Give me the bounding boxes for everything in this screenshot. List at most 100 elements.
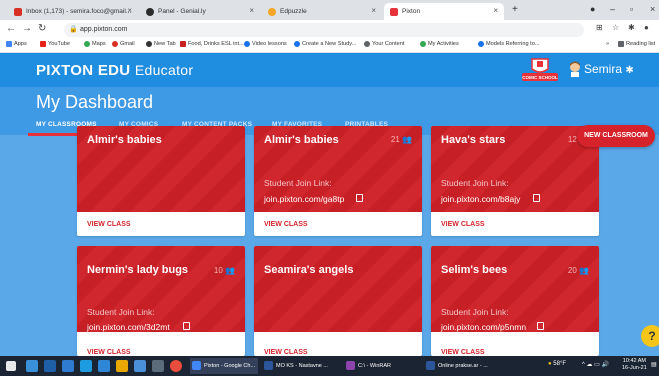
notifications-icon[interactable]: ▤ bbox=[651, 361, 657, 368]
pixton-icon bbox=[390, 7, 398, 16]
back-icon[interactable]: ← bbox=[6, 23, 16, 34]
minimize-icon[interactable]: – bbox=[610, 4, 615, 14]
skype-icon[interactable] bbox=[80, 360, 92, 372]
bookmark-gmail[interactable]: Gmail bbox=[112, 41, 135, 47]
gear-icon[interactable]: ✱ bbox=[625, 65, 633, 76]
tab-genially[interactable]: Panel - Genial.ly × bbox=[140, 3, 260, 20]
view-class-link[interactable]: VIEW CLASS bbox=[264, 349, 308, 356]
extensions-icon[interactable]: ⊞ bbox=[596, 23, 603, 32]
avatar[interactable] bbox=[568, 61, 582, 77]
new-classroom-button[interactable]: NEW CLASSROOM bbox=[577, 125, 655, 147]
view-class-link[interactable]: VIEW CLASS bbox=[441, 349, 485, 356]
bookmark-maps[interactable]: Maps bbox=[84, 41, 106, 47]
class-card[interactable]: Almir's babies VIEW CLASS bbox=[77, 126, 245, 236]
taskbar-app-word-2[interactable]: Online prakse.ar - ... bbox=[424, 358, 506, 374]
tab-gmail[interactable]: Inbox (1,173) - semira.foco@gmail... × bbox=[8, 3, 138, 20]
app-icon[interactable] bbox=[152, 360, 164, 372]
tab-gmail-label: Inbox (1,173) - semira.foco@gmail... bbox=[26, 8, 132, 15]
maps-icon bbox=[84, 41, 90, 47]
youtube-icon bbox=[40, 41, 46, 47]
bookmark-youtube[interactable]: YouTube bbox=[40, 41, 70, 47]
class-card[interactable]: Hava's stars 12 👥 Student Join Link: joi… bbox=[431, 126, 599, 236]
url-text: app.pixton.com bbox=[80, 26, 128, 33]
join-link-label: Student Join Link: bbox=[87, 307, 155, 317]
bookmark-label: Create a New Study... bbox=[302, 41, 357, 47]
close-icon[interactable]: × bbox=[493, 6, 498, 15]
class-card[interactable]: Nermin's lady bugs 10 👥 Student Join Lin… bbox=[77, 246, 245, 356]
close-icon[interactable]: × bbox=[371, 6, 376, 15]
class-card[interactable]: Almir's babies 21 👥 Student Join Link: j… bbox=[254, 126, 422, 236]
bookmark-your-content[interactable]: Your Content bbox=[364, 41, 404, 47]
weather-temp: 58°F bbox=[553, 361, 567, 367]
tab-pixton[interactable]: Pixton × bbox=[384, 3, 504, 20]
edge-icon[interactable] bbox=[62, 360, 74, 372]
windows-start-icon[interactable] bbox=[6, 361, 16, 371]
bookmark-food-drinks[interactable]: Food, Drinks ESL int... bbox=[180, 41, 244, 47]
close-icon[interactable]: × bbox=[249, 6, 254, 15]
comic-school-badge[interactable]: COMIC SCHOOL bbox=[520, 57, 560, 83]
tab-edpuzzle[interactable]: Edpuzzle × bbox=[262, 3, 382, 20]
student-count-value: 12 bbox=[567, 135, 577, 144]
copy-icon[interactable] bbox=[356, 194, 363, 202]
maximize-icon[interactable]: ▫ bbox=[630, 4, 633, 14]
view-class-link[interactable]: VIEW CLASS bbox=[441, 221, 485, 228]
edpuzzle-icon bbox=[268, 7, 276, 16]
taskbar-app-word[interactable]: MO KS - Nastavne ... bbox=[262, 358, 338, 374]
reload-icon[interactable]: ↻ bbox=[38, 23, 46, 34]
badge-text: COMIC SCHOOL bbox=[522, 75, 558, 80]
bookmark-models[interactable]: Models Referring to... bbox=[478, 41, 539, 47]
close-window-icon[interactable]: × bbox=[650, 4, 655, 14]
join-link[interactable]: join.pixton.com/ga8tp bbox=[264, 194, 344, 204]
chrome-icon bbox=[192, 361, 201, 370]
join-link[interactable]: join.pixton.com/p5nmn bbox=[441, 322, 526, 332]
bookmark-label: Reading list bbox=[626, 41, 656, 47]
photos-icon[interactable] bbox=[98, 360, 110, 372]
puzzle-icon[interactable]: ✱ bbox=[628, 23, 635, 32]
brand-logo[interactable]: PIXTON EDU Educator bbox=[36, 62, 193, 79]
clock-time: 10:42 AM bbox=[622, 358, 647, 364]
taskbar-app-winrar[interactable]: C:\ - WinRAR bbox=[344, 358, 414, 374]
class-card[interactable]: Seamira's angels VIEW CLASS bbox=[254, 246, 422, 356]
clock[interactable]: 10:42 AM 16-Jun-21 bbox=[622, 358, 647, 372]
star-icon[interactable]: ☆ bbox=[612, 23, 619, 32]
app-icon[interactable] bbox=[134, 360, 146, 372]
student-count: 20 👥 bbox=[568, 266, 589, 275]
view-class-link[interactable]: VIEW CLASS bbox=[87, 349, 131, 356]
task-view-icon[interactable] bbox=[26, 360, 38, 372]
bookmark-my-activities[interactable]: My Activities bbox=[420, 41, 459, 47]
tray-icons[interactable]: ^ ☁ ▭ 🔊 bbox=[582, 361, 609, 368]
user-name-label: Semira bbox=[584, 62, 623, 76]
help-button[interactable]: ? bbox=[641, 325, 659, 347]
bookmark-new-tab[interactable]: New Tab bbox=[146, 41, 176, 47]
close-icon[interactable]: × bbox=[127, 6, 132, 15]
more-bookmarks-icon[interactable]: » bbox=[606, 41, 609, 47]
copy-icon[interactable] bbox=[533, 194, 540, 202]
bookmark-reading-list[interactable]: Reading list bbox=[618, 41, 655, 47]
bookmark-apps[interactable]: Apps bbox=[6, 41, 27, 47]
avatar-icon[interactable]: ● bbox=[644, 23, 649, 32]
taskbar-app-label: MO KS - Nastavne ... bbox=[276, 363, 328, 369]
bookmark-video-lessons[interactable]: Video lessons bbox=[244, 41, 287, 47]
file-explorer-icon[interactable] bbox=[116, 360, 128, 372]
tab-genially-label: Panel - Genial.ly bbox=[158, 8, 206, 15]
forward-icon[interactable]: → bbox=[22, 23, 32, 34]
copy-icon[interactable] bbox=[537, 322, 544, 330]
genially-icon bbox=[146, 7, 154, 16]
taskbar-app-chrome[interactable]: Pixton - Google Ch... bbox=[190, 358, 258, 374]
copy-icon[interactable] bbox=[183, 322, 190, 330]
view-class-link[interactable]: VIEW CLASS bbox=[87, 221, 131, 228]
join-link-label: Student Join Link: bbox=[264, 178, 332, 188]
class-card[interactable]: Selim's bees 20 👥 Student Join Link: joi… bbox=[431, 246, 599, 356]
class-name: Almir's babies bbox=[264, 134, 339, 146]
url-input[interactable]: 🔒 app.pixton.com bbox=[64, 23, 584, 37]
join-link[interactable]: join.pixton.com/3d2mt bbox=[87, 322, 170, 332]
user-name[interactable]: Semira ✱ bbox=[584, 62, 634, 76]
join-link[interactable]: join.pixton.com/b8ajy bbox=[441, 194, 520, 204]
bookmark-create-study[interactable]: Create a New Study... bbox=[294, 41, 356, 47]
store-icon[interactable] bbox=[44, 360, 56, 372]
chrome-icon[interactable] bbox=[170, 360, 182, 372]
new-tab-button[interactable]: + bbox=[512, 4, 518, 15]
weather-widget[interactable]: ● 58°F bbox=[548, 361, 566, 367]
profile-icon[interactable]: ● bbox=[590, 4, 595, 14]
view-class-link[interactable]: VIEW CLASS bbox=[264, 221, 308, 228]
